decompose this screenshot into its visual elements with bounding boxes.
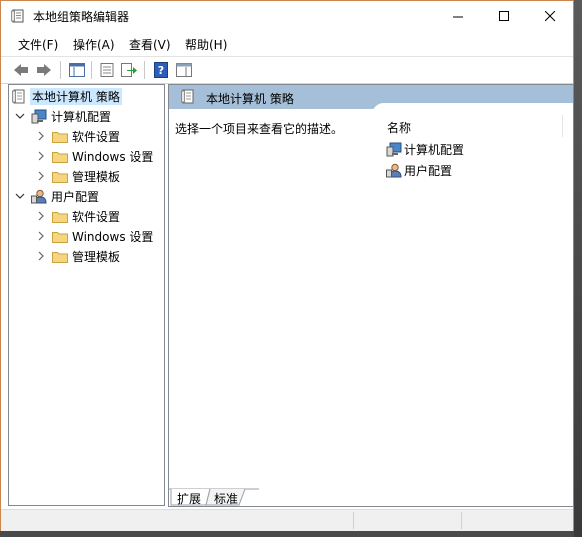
chevron-right-icon[interactable] [36,211,46,221]
tree-label: Windows 设置 [72,149,154,164]
status-divider [461,512,462,529]
user-icon [31,189,47,203]
chevron-right-icon[interactable] [36,151,46,161]
forward-button[interactable] [34,60,54,80]
status-bar [1,509,573,531]
svg-text:?: ? [158,64,164,77]
tree-label: 计算机配置 [51,109,112,124]
console-tree-icon [69,63,85,77]
computer-icon [31,109,47,123]
toolbar-separator [60,61,61,79]
computer-icon [386,142,402,156]
folder-icon [52,231,68,243]
show-hide-tree-button[interactable] [67,60,87,80]
help-button[interactable]: ? [151,60,171,80]
details-pane: 本地计算机 策略 选择一个项目来查看它的描述。 名称 计算机配置 用户配置 扩展… [168,84,574,507]
title-bar[interactable]: 本地组策略编辑器 [1,1,573,31]
folder-icon [52,171,68,183]
user-icon [386,163,402,177]
close-button[interactable] [527,1,573,31]
tree-label: 用户配置 [51,189,100,204]
menu-help[interactable]: 帮助(H) [185,36,227,53]
chevron-right-icon[interactable] [36,251,46,261]
policy-doc-icon [11,9,24,23]
tree-label: 管理模板 [72,249,121,264]
tree-label: 管理模板 [72,169,121,184]
minimize-icon [452,16,463,17]
list-item-label: 用户配置 [404,163,453,178]
maximize-button[interactable] [481,1,527,31]
chevron-down-icon[interactable] [15,111,25,121]
desktop-background [574,0,582,537]
toolbar-separator [144,61,145,79]
view-tabs: 扩展 标准 [169,488,573,506]
tree-label: 软件设置 [72,209,121,224]
back-button[interactable] [11,60,31,80]
close-icon [544,10,555,21]
tree-item-user-software-settings[interactable]: 软件设置 [36,207,120,225]
item-list: 名称 计算机配置 用户配置 [372,103,573,506]
forward-arrow-icon [37,64,51,76]
tree-label: 软件设置 [72,129,121,144]
show-action-pane-button[interactable] [174,60,194,80]
folder-icon [52,251,68,263]
gpedit-window: 本地组策略编辑器 文件(F) 操作(A) 查看(V) 帮助(H) ? 本地计算机… [0,0,574,531]
tree-item-windows-settings[interactable]: Windows 设置 [36,147,153,165]
action-pane-icon [176,63,192,77]
list-item-user-config[interactable]: 用户配置 [386,161,452,179]
chevron-right-icon[interactable] [36,131,46,141]
toolbar-separator [91,61,92,79]
chevron-right-icon[interactable] [36,231,46,241]
tree-item-software-settings[interactable]: 软件设置 [36,127,120,145]
tree-item-admin-templates[interactable]: 管理模板 [36,167,120,185]
back-arrow-icon [14,64,28,76]
tree-label: 本地计算机 策略 [30,87,122,105]
list-item-label: 计算机配置 [404,142,465,157]
tree-item-root[interactable]: 本地计算机 策略 [12,87,122,105]
details-title: 本地计算机 策略 [206,92,294,106]
tree-label: Windows 设置 [72,229,154,244]
toolbar: ? [1,56,573,84]
help-icon: ? [154,62,168,78]
properties-button[interactable] [97,60,117,80]
tab-extended[interactable]: 扩展 [177,490,201,506]
export-list-button[interactable] [119,60,139,80]
window-title: 本地组策略编辑器 [33,10,130,24]
properties-icon [100,63,114,77]
folder-icon [52,151,68,163]
tab-standard[interactable]: 标准 [214,490,238,506]
chevron-right-icon[interactable] [36,171,46,181]
menu-file[interactable]: 文件(F) [18,36,58,53]
chevron-down-icon[interactable] [15,191,25,201]
policy-doc-icon [12,89,25,103]
tree-item-user-admin-templates[interactable]: 管理模板 [36,247,120,265]
folder-icon [52,131,68,143]
column-header-name[interactable]: 名称 [387,119,411,136]
tree-item-computer-config[interactable]: 计算机配置 [15,107,111,125]
menu-bar: 文件(F) 操作(A) 查看(V) 帮助(H) [1,33,573,53]
maximize-icon [498,10,509,21]
minimize-button[interactable] [435,1,481,31]
tree-item-user-windows-settings[interactable]: Windows 设置 [36,227,153,245]
console-tree: 本地计算机 策略 计算机配置 软件设置 Windows 设置 管理模板 用户配置 [8,84,165,506]
export-icon [121,63,137,77]
item-description: 选择一个项目来查看它的描述。 [175,122,344,136]
tree-item-user-config[interactable]: 用户配置 [15,187,99,205]
folder-icon [52,211,68,223]
list-item-computer-config[interactable]: 计算机配置 [386,140,464,158]
policy-doc-icon [181,89,194,104]
menu-view[interactable]: 查看(V) [129,36,171,53]
status-divider [353,512,354,529]
menu-action[interactable]: 操作(A) [73,36,115,53]
column-separator[interactable] [562,115,563,137]
